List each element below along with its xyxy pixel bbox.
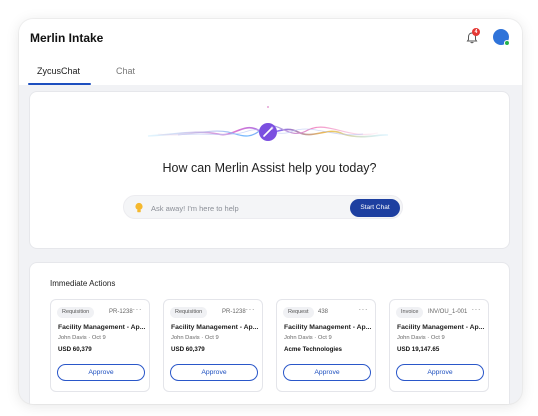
card-amount: USD 19,147.65 [397,346,440,353]
notification-badge: 4 [472,28,480,36]
card-meta: John Davis · Oct 9 [397,335,445,341]
document-type-pill: Request [283,307,314,318]
approve-button[interactable]: Approve [57,364,145,381]
card-amount: USD 60,379 [58,346,92,353]
immediate-actions-panel: Immediate Actions Requisition PR-1238 ··… [29,262,510,404]
ellipsis-icon[interactable]: ··· [359,305,369,314]
ellipsis-icon[interactable]: ··· [246,305,256,314]
lightbulb-icon [135,202,143,213]
chat-bar: Start Chat [123,195,403,219]
ellipsis-icon[interactable]: ··· [472,305,482,314]
ellipsis-icon[interactable]: ··· [133,305,143,314]
card-meta: John Davis · Oct 9 [171,335,219,341]
document-type-pill: Invoice [396,307,424,318]
online-status-dot [504,40,510,46]
tab-zycuschat[interactable]: ZycusChat [37,66,80,76]
tab-bar: ZycusChat Chat [19,59,522,85]
document-id: PR-1238 [109,309,133,315]
approve-button[interactable]: Approve [283,364,371,381]
action-card[interactable]: Requisition PR-1238 ··· Facility Managem… [50,299,150,392]
chat-input[interactable] [151,201,341,215]
section-title: Immediate Actions [50,279,116,288]
action-card[interactable]: Requisition PR-1238 ··· Facility Managem… [163,299,263,392]
assistant-panel: How can Merlin Assist help you today? St… [29,91,510,249]
approve-button[interactable]: Approve [396,364,484,381]
document-id: PR-1238 [222,309,246,315]
action-card[interactable]: Request 438 ··· Facility Management - Ap… [276,299,376,392]
action-card[interactable]: Invoice INV/OU_1-001 ··· Facility Manage… [389,299,489,392]
card-title: Facility Management - Ap... [397,324,485,331]
card-meta: John Davis · Oct 9 [58,335,106,341]
document-id: 438 [318,309,329,315]
document-id: INV/OU_1-001 [428,309,468,315]
app-header: Merlin Intake 4 [19,19,522,59]
card-title: Facility Management - Ap... [284,324,372,331]
start-chat-button[interactable]: Start Chat [350,199,400,217]
document-type-pill: Requisition [170,307,208,318]
document-type-pill: Requisition [57,307,95,318]
assistant-greeting: How can Merlin Assist help you today? [162,161,377,175]
card-meta: John Davis · Oct 9 [284,335,332,341]
app-window: Merlin Intake 4 ZycusChat Chat How can M… [19,19,522,404]
card-title: Facility Management - Ap... [171,324,259,331]
app-title: Merlin Intake [30,31,104,45]
card-amount: USD 60,379 [171,346,205,353]
card-vendor: Acme Technologies [284,346,342,353]
voice-wave-graphic [147,106,389,141]
approve-button[interactable]: Approve [170,364,258,381]
card-title: Facility Management - Ap... [58,324,146,331]
tab-chat[interactable]: Chat [116,66,135,76]
active-tab-indicator [28,83,91,85]
